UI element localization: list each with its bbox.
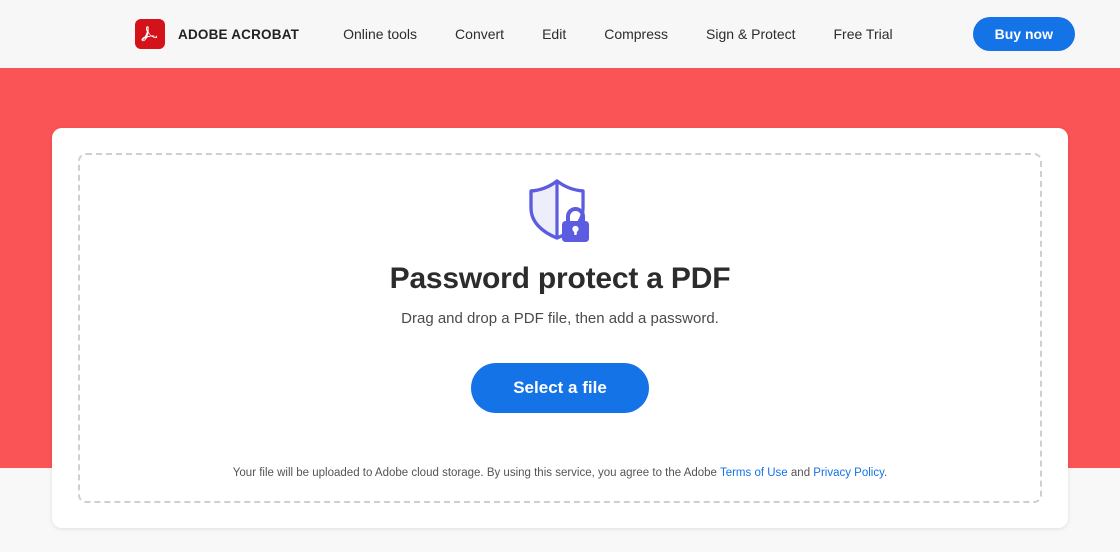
nav-item-free-trial[interactable]: Free Trial (834, 26, 893, 42)
shield-lock-icon (529, 179, 589, 242)
page-subtitle: Drag and drop a PDF file, then add a pas… (401, 310, 719, 327)
upload-card: Password protect a PDF Drag and drop a P… (52, 128, 1068, 528)
privacy-policy-link[interactable]: Privacy Policy (813, 467, 884, 479)
buy-now-button[interactable]: Buy now (972, 17, 1075, 51)
nav-item-edit[interactable]: Edit (542, 26, 566, 42)
legal-disclaimer: Your file will be uploaded to Adobe clou… (80, 465, 1040, 481)
file-drop-zone[interactable]: Password protect a PDF Drag and drop a P… (78, 153, 1042, 503)
site-header: ADOBE ACROBAT Online tools Convert Edit … (0, 0, 1120, 68)
nav-item-online-tools[interactable]: Online tools (343, 26, 417, 42)
legal-text-before: Your file will be uploaded to Adobe clou… (232, 466, 720, 479)
acrobat-logo-icon (135, 19, 165, 49)
legal-conjunction: and (787, 466, 814, 479)
page-title: Password protect a PDF (389, 262, 731, 295)
nav-item-sign-protect[interactable]: Sign & Protect (706, 26, 796, 42)
main-nav: Online tools Convert Edit Compress Sign … (343, 17, 1075, 51)
select-a-file-button[interactable]: Select a file (471, 363, 649, 413)
brand-name-label: ADOBE ACROBAT (178, 26, 300, 42)
nav-item-compress[interactable]: Compress (604, 26, 668, 42)
brand-home-link[interactable]: ADOBE ACROBAT (135, 19, 299, 49)
page-root: ADOBE ACROBAT Online tools Convert Edit … (0, 0, 1120, 552)
nav-item-convert[interactable]: Convert (455, 26, 504, 42)
terms-of-use-link[interactable]: Terms of Use (720, 467, 788, 479)
legal-text-after: . (884, 466, 888, 479)
